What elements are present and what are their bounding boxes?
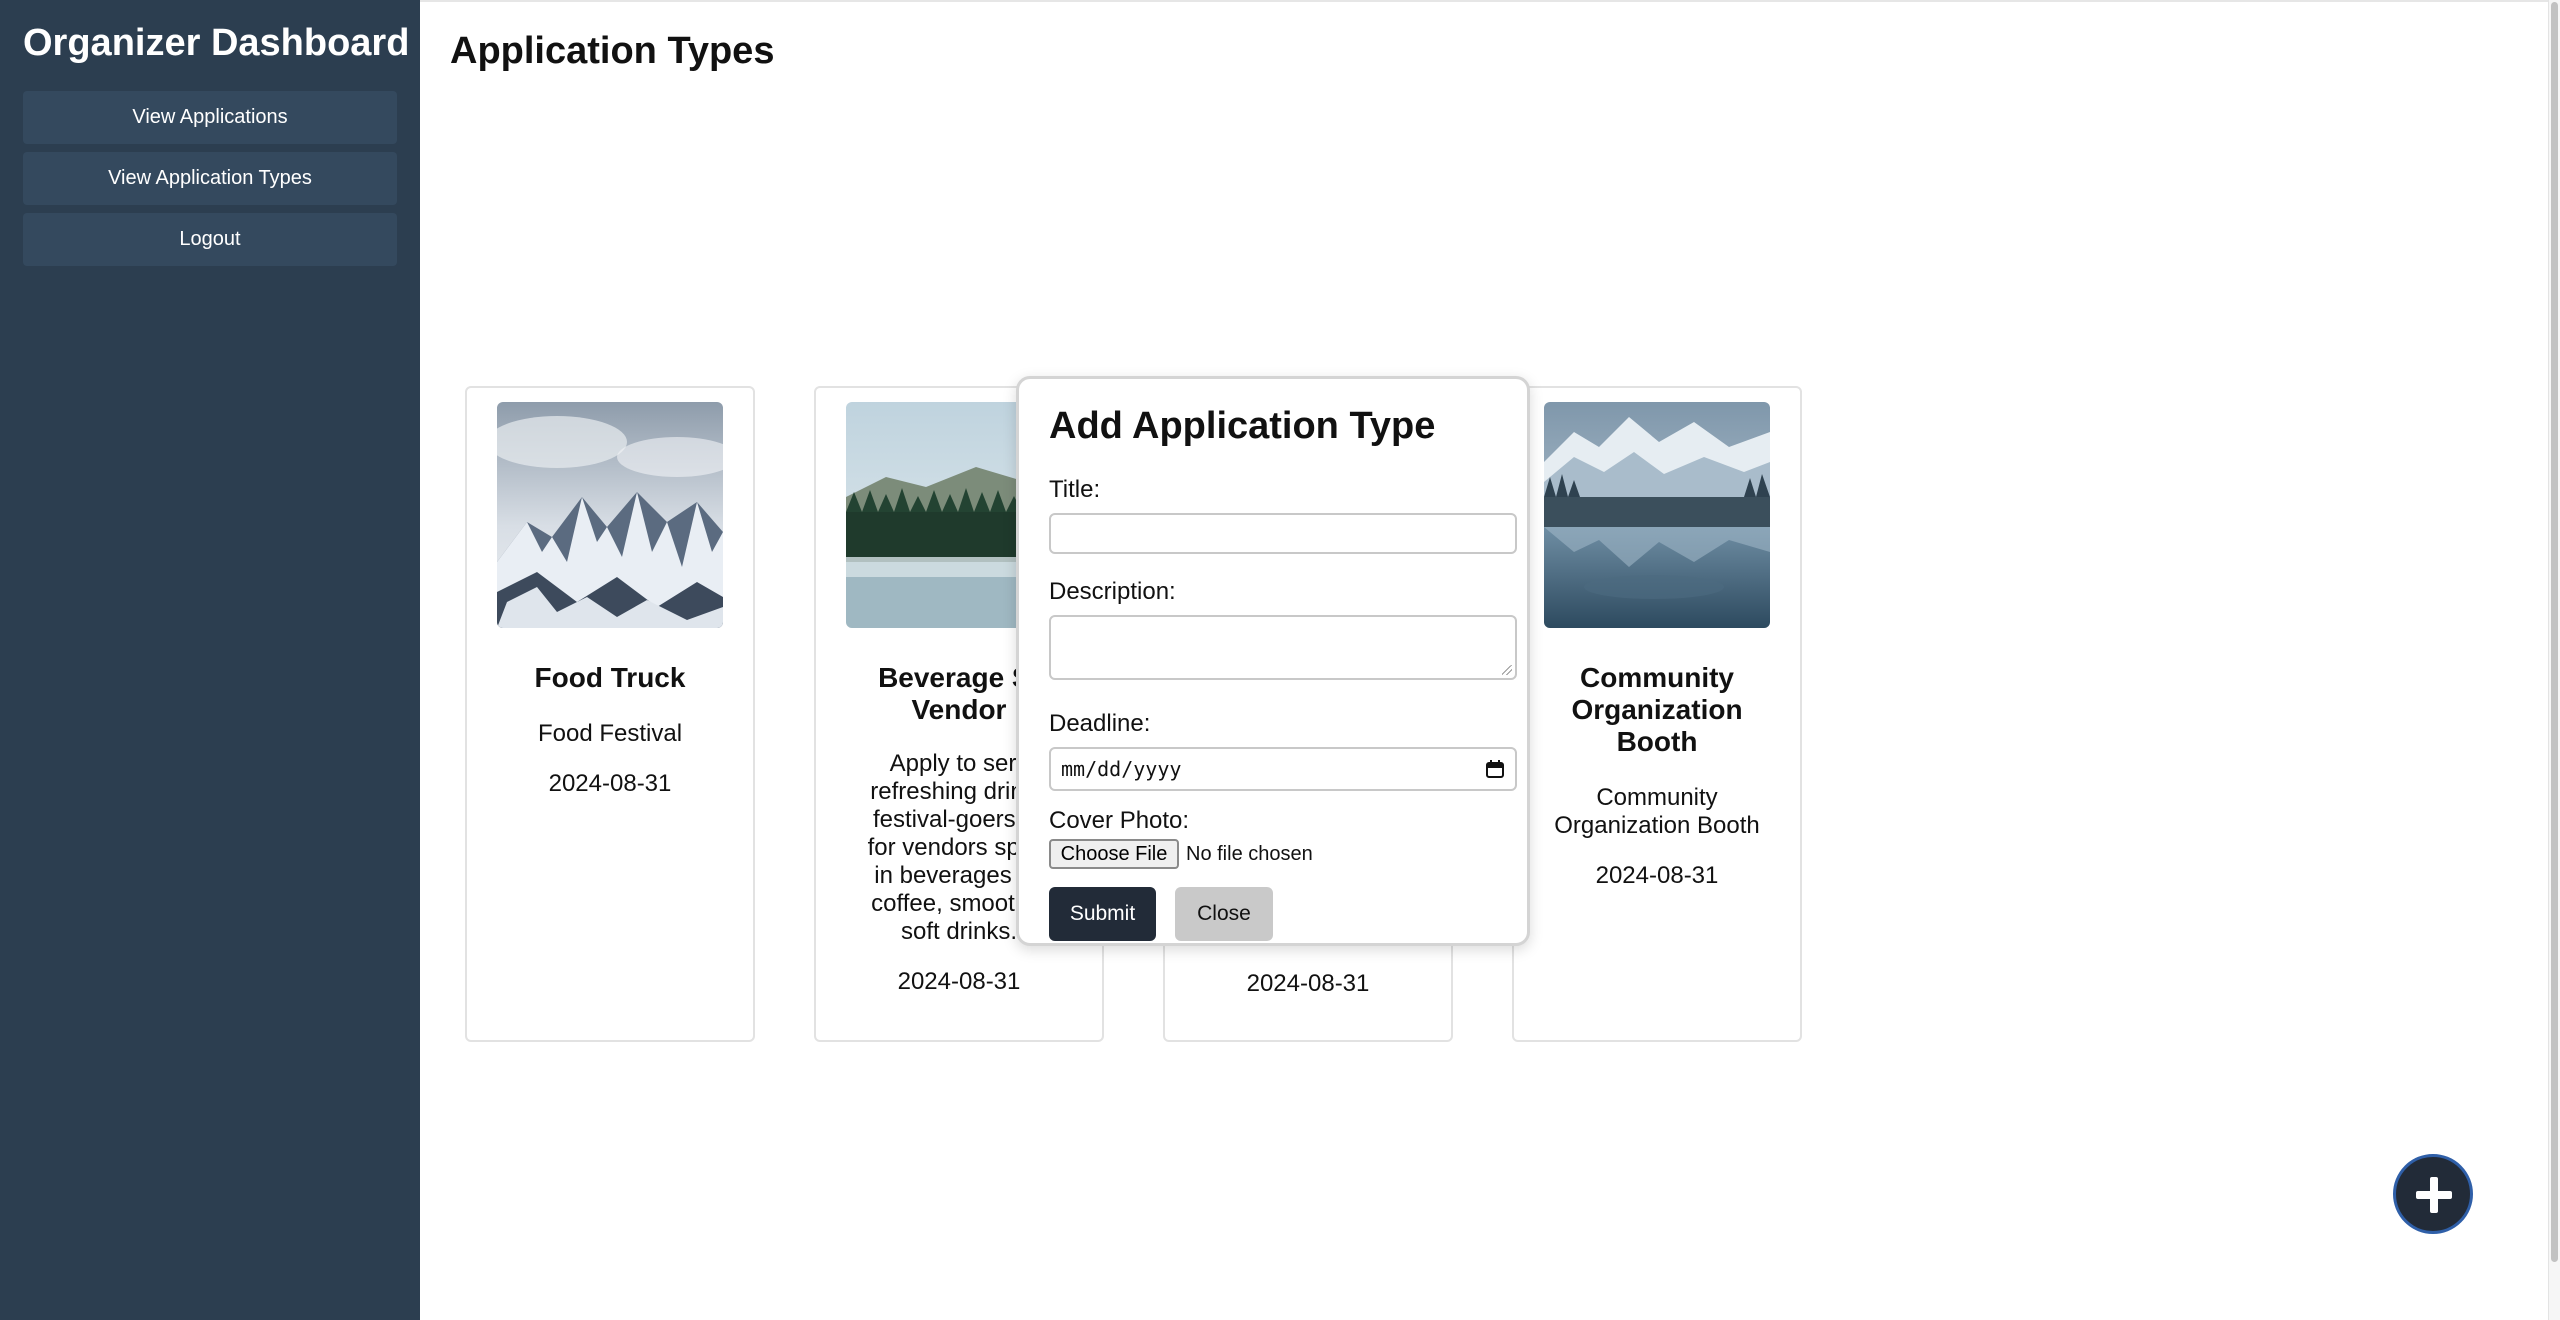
card-title: Community Organization Booth [1571,662,1743,757]
resize-grip-icon[interactable] [1502,665,1512,675]
modal-title: Add Application Type [1049,405,1436,447]
application-type-card[interactable]: Food Truck Food Festival 2024-08-31 [465,386,755,1042]
card-date: 2024-08-31 [1595,862,1719,889]
card-subtitle: Food Festival [537,720,683,747]
view-application-types-button[interactable]: View Application Types [23,152,397,205]
card-image [497,402,723,628]
plus-icon [2416,1177,2452,1213]
file-status-text: No file chosen [1186,842,1313,865]
page-title: Application Types [450,30,775,72]
modal-actions: Submit Close [1049,887,1497,941]
description-textarea[interactable] [1049,615,1517,680]
sidebar: Organizer Dashboard View Applications Vi… [0,0,420,1320]
date-placeholder: mm/dd/yyyy [1061,757,1182,781]
close-button[interactable]: Close [1175,887,1273,941]
title-label: Title: [1049,476,1101,503]
card-date: 2024-08-31 [1246,970,1370,997]
deadline-label: Deadline: [1049,710,1151,737]
submit-button[interactable]: Submit [1049,887,1156,941]
card-date: 2024-08-31 [897,968,1021,995]
add-application-type-fab[interactable] [2393,1154,2473,1234]
application-type-card[interactable]: Community Organization Booth Community O… [1512,386,1802,1042]
view-applications-button[interactable]: View Applications [23,91,397,144]
description-label: Description: [1049,578,1176,605]
cover-photo-label: Cover Photo: [1049,807,1190,834]
title-input[interactable] [1049,513,1517,554]
card-title: Food Truck [534,662,686,693]
choose-file-button[interactable]: Choose File [1049,839,1179,869]
deadline-date-input[interactable]: mm/dd/yyyy [1049,747,1517,791]
sidebar-title: Organizer Dashboard [23,22,410,64]
card-subtitle: Community Organization Booth [1554,784,1760,839]
calendar-icon[interactable] [1485,759,1505,779]
card-image [1544,402,1770,628]
card-date: 2024-08-31 [548,770,672,797]
vertical-scrollbar[interactable] [2548,0,2560,1320]
cover-photo-file-input: Choose File No file chosen [1049,839,1497,869]
scrollbar-thumb[interactable] [2551,2,2558,1262]
logout-button[interactable]: Logout [23,213,397,266]
add-application-type-modal: Add Application Type Title: Description:… [1016,376,1530,946]
